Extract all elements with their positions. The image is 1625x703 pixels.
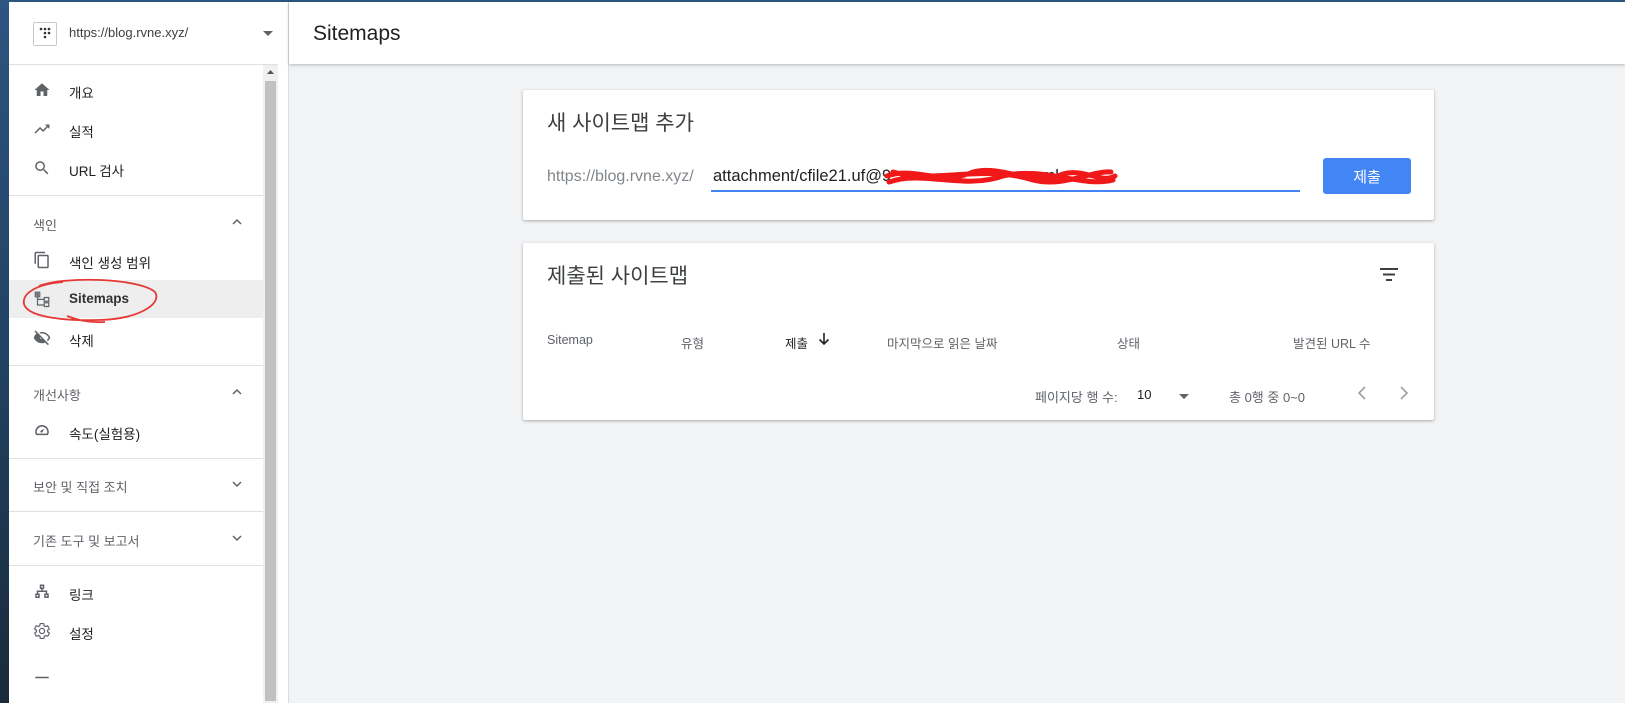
gauge-icon [35,425,49,436]
property-url: https://blog.rvne.xyz/ [69,25,189,40]
home-icon [34,83,50,96]
chevron-left-icon[interactable] [1349,379,1377,407]
property-logo-icon [33,22,57,46]
column-header-discovered-urls[interactable]: 발견된 URL 수 [1293,333,1371,352]
scroll-up-arrow-icon[interactable] [263,65,278,80]
submit-sitemap-button[interactable]: 제출 [1323,158,1411,194]
add-sitemap-title: 새 사이트맵 추가 [547,112,694,135]
top-header: Sitemaps [289,2,1625,64]
divider [9,365,271,366]
links-icon [35,584,49,598]
sidebar-item-label: 실적 [69,125,94,140]
divider [9,458,271,459]
column-header-type[interactable]: 유형 [681,333,704,352]
rows-per-page-label: 페이지당 행 수: [1035,390,1118,405]
section-label: 색인 [33,218,57,233]
sidebar-item-overview[interactable]: 개요 [9,71,271,109]
chevron-down-icon [232,481,242,488]
column-header-submitted[interactable]: 제출 [785,333,808,352]
pagination-range: 총 0행 중 0~0 [1229,390,1305,405]
sidebar-item-removals[interactable]: 삭제 [9,319,271,357]
trending-icon [34,124,50,134]
sidebar-item-label: URL 검사 [69,164,125,179]
chevron-up-icon [232,388,242,395]
add-sitemap-card: 새 사이트맵 추가 https://blog.rvne.xyz/ 제출 [523,90,1434,220]
divider [9,565,271,566]
sidebar-item-performance[interactable]: 실적 [9,110,271,148]
page-title: Sitemaps [313,22,401,45]
section-security[interactable]: 보안 및 직접 조치 [9,465,271,503]
scroll-thumb[interactable] [265,81,276,701]
submitted-sitemaps-title: 제출된 사이트맵 [547,265,689,288]
arrow-down-icon[interactable] [817,331,831,347]
sidebar-item-url-inspection[interactable]: URL 검사 [9,149,271,187]
search-icon [35,161,49,175]
section-label: 기존 도구 및 보고서 [33,534,140,549]
desktop-edge [0,0,9,703]
column-header-last-read[interactable]: 마지막으로 읽은 날짜 [887,333,997,352]
property-selector[interactable]: https://blog.rvne.xyz/ [9,2,278,65]
sidebar-item-settings[interactable]: 설정 [9,612,271,650]
sidebar-item-label: 삭제 [69,334,94,349]
sidebar-item-label: 속도(실험용) [69,427,141,442]
sitemap-url-input[interactable] [711,162,1300,192]
chevron-down-icon [232,535,242,542]
section-label: 보안 및 직접 조치 [33,480,128,495]
column-header-sitemap[interactable]: Sitemap [547,333,593,347]
sidebar-nav: 개요 실적 URL 검사 색인 색인 생성 범위 Sitemaps 삭제 개선사… [9,65,280,703]
filter-icon[interactable] [1375,261,1403,289]
submitted-sitemaps-card: 제출된 사이트맵 Sitemap 유형 제출 마지막으로 읽은 날짜 상태 발견… [523,243,1434,420]
chevron-down-icon[interactable] [263,31,273,36]
rows-per-page-select[interactable]: 10 [1137,387,1151,402]
copy-icon [34,251,49,269]
sidebar: https://blog.rvne.xyz/ 개요 실적 URL 검사 색인 색… [9,2,289,703]
section-enhancements[interactable]: 개선사항 [9,373,271,411]
sidebar-scrollbar[interactable] [263,65,278,703]
sitemap-url-prefix: https://blog.rvne.xyz/ [547,168,694,185]
sidebar-item-label: 색인 생성 범위 [69,256,152,271]
list-icon [35,676,49,679]
annotation-circle [23,278,158,324]
gear-icon [34,622,50,640]
visibility-off-icon [33,330,51,346]
sidebar-item-more[interactable] [9,657,271,695]
column-header-status[interactable]: 상태 [1117,333,1140,352]
sidebar-item-links[interactable]: 링크 [9,573,271,611]
chevron-up-icon [232,218,242,225]
sidebar-item-label: 설정 [69,627,94,642]
sidebar-item-label: 개요 [69,86,94,101]
chevron-down-icon[interactable] [1179,394,1189,399]
section-index[interactable]: 색인 [9,203,271,241]
sidebar-item-coverage[interactable]: 색인 생성 범위 [9,241,271,279]
divider [9,195,271,196]
divider [9,511,271,512]
sidebar-item-speed[interactable]: 속도(실험용) [9,412,271,450]
sidebar-item-label: 링크 [69,588,94,603]
section-label: 개선사항 [33,388,81,403]
section-legacy[interactable]: 기존 도구 및 보고서 [9,519,271,557]
chevron-right-icon[interactable] [1389,379,1417,407]
